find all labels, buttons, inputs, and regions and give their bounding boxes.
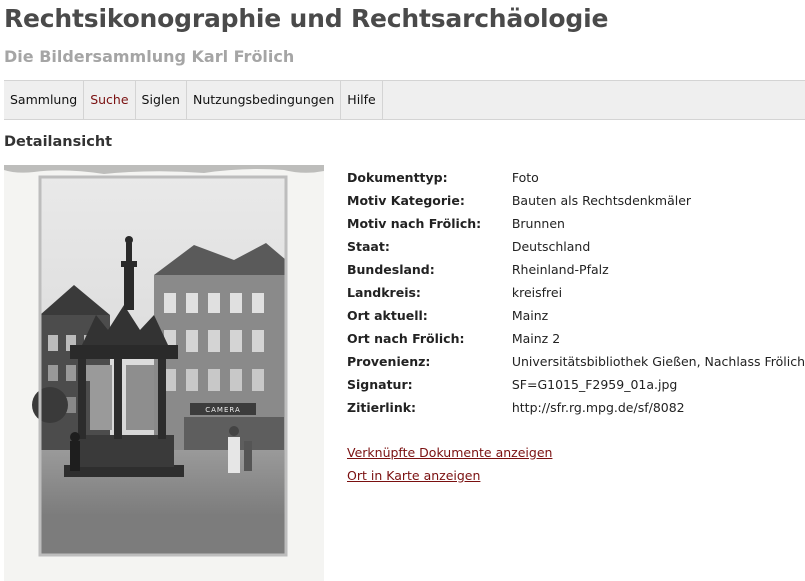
document-photo[interactable]: CAMERA bbox=[4, 165, 324, 581]
nav-nutzungsbedingungen[interactable]: Nutzungsbedingungen bbox=[187, 81, 342, 119]
photo-sign-text: CAMERA bbox=[205, 406, 241, 414]
linked-documents-link[interactable]: Verknüpfte Dokumente anzeigen bbox=[347, 445, 552, 460]
nav-suche[interactable]: Suche bbox=[84, 81, 136, 119]
meta-row-ort-aktuell: Ort aktuell: Mainz bbox=[347, 304, 805, 327]
meta-label: Motiv nach Frölich: bbox=[347, 216, 482, 231]
meta-label: Signatur: bbox=[347, 377, 413, 392]
meta-value: Foto bbox=[511, 170, 539, 185]
meta-label: Landkreis: bbox=[347, 285, 421, 300]
meta-value: Brunnen bbox=[511, 216, 565, 231]
meta-row-motiv-kategorie: Motiv Kategorie: Bauten als Rechtsdenkmä… bbox=[347, 189, 805, 212]
meta-value-citation-link[interactable]: http://sfr.rg.mpg.de/sf/8082 bbox=[512, 396, 805, 419]
meta-label: Zitierlink: bbox=[347, 400, 417, 415]
main-navigation: Sammlung Suche Siglen Nutzungsbedingunge… bbox=[4, 80, 805, 120]
meta-row-bundesland: Bundesland: Rheinland-Pfalz bbox=[347, 258, 805, 281]
nav-sammlung[interactable]: Sammlung bbox=[4, 81, 85, 119]
show-on-map-link[interactable]: Ort in Karte anzeigen bbox=[347, 468, 480, 483]
meta-row-landkreis: Landkreis: kreisfrei bbox=[347, 281, 805, 304]
meta-value: Bauten als Rechtsdenkmäler bbox=[511, 193, 692, 208]
meta-label: Ort aktuell: bbox=[347, 308, 428, 323]
site-subtitle: Die Bildersammlung Karl Frölich bbox=[4, 47, 295, 66]
meta-value: Deutschland bbox=[511, 239, 591, 254]
meta-value: Mainz 2 bbox=[511, 331, 561, 346]
meta-value: SF=G1015_F2959_01a.jpg bbox=[511, 377, 678, 392]
photo-fountain-image: CAMERA bbox=[4, 165, 324, 581]
meta-row-dokumenttyp: Dokumenttyp: Foto bbox=[347, 166, 805, 189]
meta-label: Ort nach Frölich: bbox=[347, 331, 465, 346]
meta-label: Motiv Kategorie: bbox=[347, 193, 465, 208]
site-title: Rechtsikonographie und Rechtsarchäologie bbox=[4, 4, 609, 33]
meta-row-provenienz: Provenienz: Universitätsbibliothek Gieße… bbox=[347, 350, 805, 373]
meta-label: Dokumenttyp: bbox=[347, 170, 448, 185]
meta-label: Staat: bbox=[347, 239, 390, 254]
document-metadata-table: Dokumenttyp: Foto Motiv Kategorie: Baute… bbox=[347, 166, 805, 419]
nav-siglen[interactable]: Siglen bbox=[136, 81, 187, 119]
meta-value: Rheinland-Pfalz bbox=[511, 262, 609, 277]
page-heading: Detailansicht bbox=[4, 134, 113, 150]
meta-label: Bundesland: bbox=[347, 262, 435, 277]
meta-label: Provenienz: bbox=[347, 354, 431, 369]
meta-value: Universitätsbibliothek Gießen, Nachlass … bbox=[511, 354, 805, 369]
meta-row-zitierlink: Zitierlink: http://sfr.rg.mpg.de/sf/8082 bbox=[347, 396, 805, 419]
meta-row-ort-nach-froelich: Ort nach Frölich: Mainz 2 bbox=[347, 327, 805, 350]
meta-value: kreisfrei bbox=[511, 285, 563, 300]
meta-row-signatur: Signatur: SF=G1015_F2959_01a.jpg bbox=[347, 373, 805, 396]
meta-row-motiv-nach-froelich: Motiv nach Frölich: Brunnen bbox=[347, 212, 805, 235]
nav-hilfe[interactable]: Hilfe bbox=[341, 81, 383, 119]
meta-value: Mainz bbox=[511, 308, 549, 323]
meta-row-staat: Staat: Deutschland bbox=[347, 235, 805, 258]
